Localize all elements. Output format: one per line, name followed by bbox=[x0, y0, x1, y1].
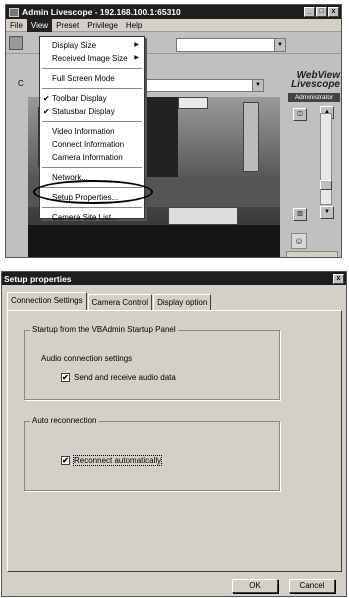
menu-item-statusbar-display[interactable]: ✔ Statusbar Display bbox=[40, 105, 144, 118]
tab-camera-control[interactable]: Camera Control bbox=[87, 294, 153, 310]
dialog-controls: x bbox=[333, 273, 344, 284]
maximize-button[interactable]: □ bbox=[316, 7, 327, 17]
tab-display-option[interactable]: Display option bbox=[153, 294, 212, 310]
audio-settings-label: Audio connection settings bbox=[41, 354, 133, 363]
tab-strip: Connection Settings Camera Control Displ… bbox=[7, 292, 212, 310]
menu-separator bbox=[42, 167, 142, 168]
video-sign bbox=[168, 207, 238, 225]
tab-connection-settings[interactable]: Connection Settings bbox=[7, 292, 87, 310]
minimize-button[interactable]: _ bbox=[304, 7, 315, 17]
video-crowd bbox=[28, 225, 280, 257]
dialog-title: Setup properties bbox=[4, 273, 72, 284]
menu-preset[interactable]: Preset bbox=[52, 19, 83, 32]
toolbar-play-icon[interactable] bbox=[9, 35, 23, 50]
menu-file[interactable]: File bbox=[6, 19, 27, 32]
menu-item-label: Video Information bbox=[52, 127, 115, 136]
video-sign bbox=[178, 97, 208, 109]
chevron-down-icon[interactable]: ▼ bbox=[252, 80, 263, 91]
pan-icon[interactable]: ◫ bbox=[293, 108, 307, 121]
wide-icon[interactable]: ▥ bbox=[293, 208, 307, 221]
startup-group: Startup from the VBAdmin Startup Panel A… bbox=[24, 325, 280, 400]
admin-badge: Administrator bbox=[288, 93, 340, 102]
audio-checkbox-row[interactable]: ✔ Send and receive audio data bbox=[61, 373, 176, 382]
video-sign bbox=[243, 102, 259, 172]
highlight-ellipse bbox=[33, 180, 153, 204]
menu-privilege[interactable]: Privilege bbox=[83, 19, 122, 32]
cancel-button[interactable]: Cancel bbox=[289, 579, 335, 593]
menu-item-label: Toolbar Display bbox=[52, 94, 107, 103]
status-box bbox=[286, 251, 338, 257]
submenu-arrow-icon: ▶ bbox=[134, 42, 139, 48]
dialog-title-bar[interactable]: Setup properties x bbox=[2, 272, 346, 285]
menu-view[interactable]: View bbox=[26, 18, 53, 32]
audio-checkbox[interactable]: ✔ bbox=[61, 373, 70, 382]
tab-panel: Startup from the VBAdmin Startup Panel A… bbox=[7, 310, 342, 572]
menu-item-connect-information[interactable]: Connect Information bbox=[40, 138, 144, 151]
ok-button[interactable]: OK bbox=[232, 579, 278, 593]
menu-separator bbox=[42, 121, 142, 122]
close-button[interactable]: x bbox=[333, 273, 344, 284]
check-icon: ✔ bbox=[43, 94, 50, 103]
title-bar[interactable]: Admin Livescope - 192.168.100.1:65310 _ … bbox=[6, 5, 341, 19]
app-icon bbox=[9, 7, 19, 17]
toolbar-combo[interactable]: ▼ bbox=[176, 38, 286, 52]
window-title: Admin Livescope - 192.168.100.1:65310 bbox=[22, 7, 181, 17]
check-icon: ✔ bbox=[43, 107, 50, 116]
webview-logo: WebView Livescope bbox=[288, 71, 340, 90]
zoom-down-button[interactable]: ▼ bbox=[320, 206, 334, 219]
menu-separator bbox=[42, 207, 142, 208]
close-button[interactable]: x bbox=[328, 7, 339, 17]
chevron-down-icon[interactable]: ▼ bbox=[274, 39, 285, 51]
menu-item-toolbar-display[interactable]: ✔ Toolbar Display bbox=[40, 92, 144, 105]
person-icon[interactable]: ☺ bbox=[291, 233, 307, 249]
window-controls: _ □ x bbox=[304, 7, 339, 17]
menu-item-label: Camera Information bbox=[52, 153, 123, 162]
zoom-slider-thumb[interactable] bbox=[320, 180, 332, 190]
menu-item-label: Full Screen Mode bbox=[52, 74, 115, 83]
reconnect-group: Auto reconnection ✔ Reconnect automatica… bbox=[24, 416, 280, 491]
checkbox-label: Send and receive audio data bbox=[74, 373, 176, 382]
camera-label: C bbox=[18, 79, 24, 88]
menu-item-display-size[interactable]: Display Size ▶ bbox=[40, 39, 144, 52]
menu-item-label: Camera Site List... bbox=[52, 213, 118, 222]
menu-item-received-image-size[interactable]: Received Image Size ▶ bbox=[40, 52, 144, 65]
menu-item-label: Connect Information bbox=[52, 140, 125, 149]
submenu-arrow-icon: ▶ bbox=[134, 55, 139, 61]
checkbox-label: Reconnect automatically bbox=[72, 455, 163, 466]
logo-line2: Livescope bbox=[291, 79, 340, 90]
menu-item-camera-information[interactable]: Camera Information bbox=[40, 151, 144, 164]
reconnect-checkbox[interactable]: ✔ bbox=[61, 456, 70, 465]
admin-livescope-window: Admin Livescope - 192.168.100.1:65310 _ … bbox=[5, 4, 342, 258]
menu-bar: File View Preset Privilege Help bbox=[6, 18, 341, 32]
menu-item-camera-site-list[interactable]: Camera Site List... bbox=[40, 211, 144, 224]
menu-item-full-screen[interactable]: Full Screen Mode bbox=[40, 72, 144, 85]
menu-separator bbox=[42, 68, 142, 69]
menu-separator bbox=[42, 88, 142, 89]
zoom-slider[interactable] bbox=[320, 113, 332, 205]
reconnect-checkbox-row[interactable]: ✔ Reconnect automatically bbox=[61, 455, 163, 466]
menu-item-video-information[interactable]: Video Information bbox=[40, 125, 144, 138]
setup-properties-dialog: Setup properties x Connection Settings C… bbox=[1, 271, 347, 597]
menu-item-label: Statusbar Display bbox=[52, 107, 115, 116]
group-legend: Startup from the VBAdmin Startup Panel bbox=[30, 325, 178, 334]
menu-item-label: Display Size bbox=[52, 41, 97, 50]
menu-help[interactable]: Help bbox=[122, 19, 146, 32]
camera-combo[interactable]: ▼ bbox=[146, 79, 264, 92]
group-legend: Auto reconnection bbox=[30, 416, 99, 425]
menu-item-label: Received Image Size bbox=[52, 54, 128, 63]
